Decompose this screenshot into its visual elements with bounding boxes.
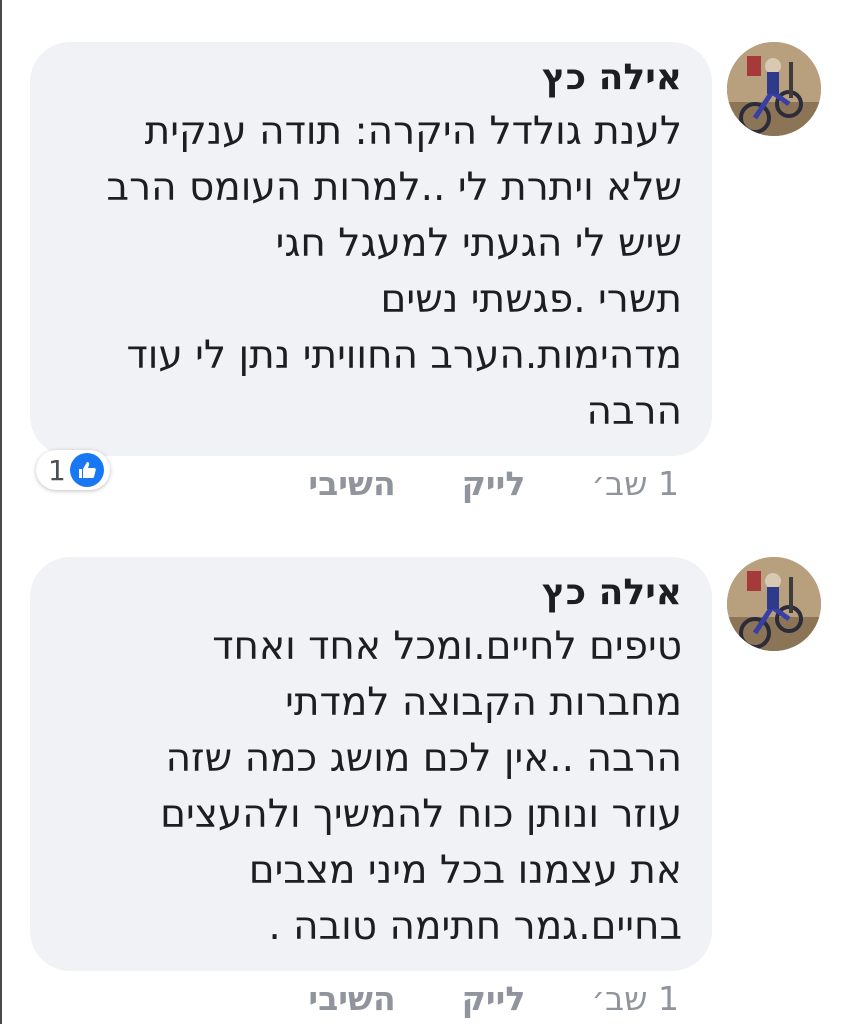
avatar-photo <box>727 557 821 651</box>
comment-actions: 1 שב׳ לייק השיבי <box>308 464 679 503</box>
comment-text: טיפים לחיים.ומכל אחד ואחד מחברות הקבוצה … <box>160 624 682 949</box>
avatar[interactable] <box>727 42 821 136</box>
comment-text: לענת גולדל היקרה: תודה ענקית שלא ויתרת ל… <box>106 109 682 434</box>
avatar-photo <box>727 42 821 136</box>
comment-author[interactable]: אילה כץ <box>58 571 682 615</box>
thumbs-up-icon <box>69 453 104 487</box>
like-link[interactable]: לייק <box>462 464 526 503</box>
comment-actions: 1 שב׳ לייק השיבי <box>308 979 679 1018</box>
reaction-summary[interactable]: 1 <box>36 450 110 490</box>
like-link[interactable]: לייק <box>462 979 526 1018</box>
screen-edge <box>0 0 2 1024</box>
comment-bubble[interactable]: אילה כץ טיפים לחיים.ומכל אחד ואחד מחברות… <box>30 557 712 971</box>
reaction-count: 1 <box>48 453 66 487</box>
comment-bubble[interactable]: אילה כץ לענת גולדל היקרה: תודה ענקית שלא… <box>30 42 712 456</box>
comment-timestamp[interactable]: 1 שב׳ <box>591 979 679 1018</box>
comment-author[interactable]: אילה כץ <box>58 56 682 100</box>
avatar[interactable] <box>727 557 821 651</box>
reply-link[interactable]: השיבי <box>308 979 395 1018</box>
reply-link[interactable]: השיבי <box>308 464 395 503</box>
comment-timestamp[interactable]: 1 שב׳ <box>591 464 679 503</box>
